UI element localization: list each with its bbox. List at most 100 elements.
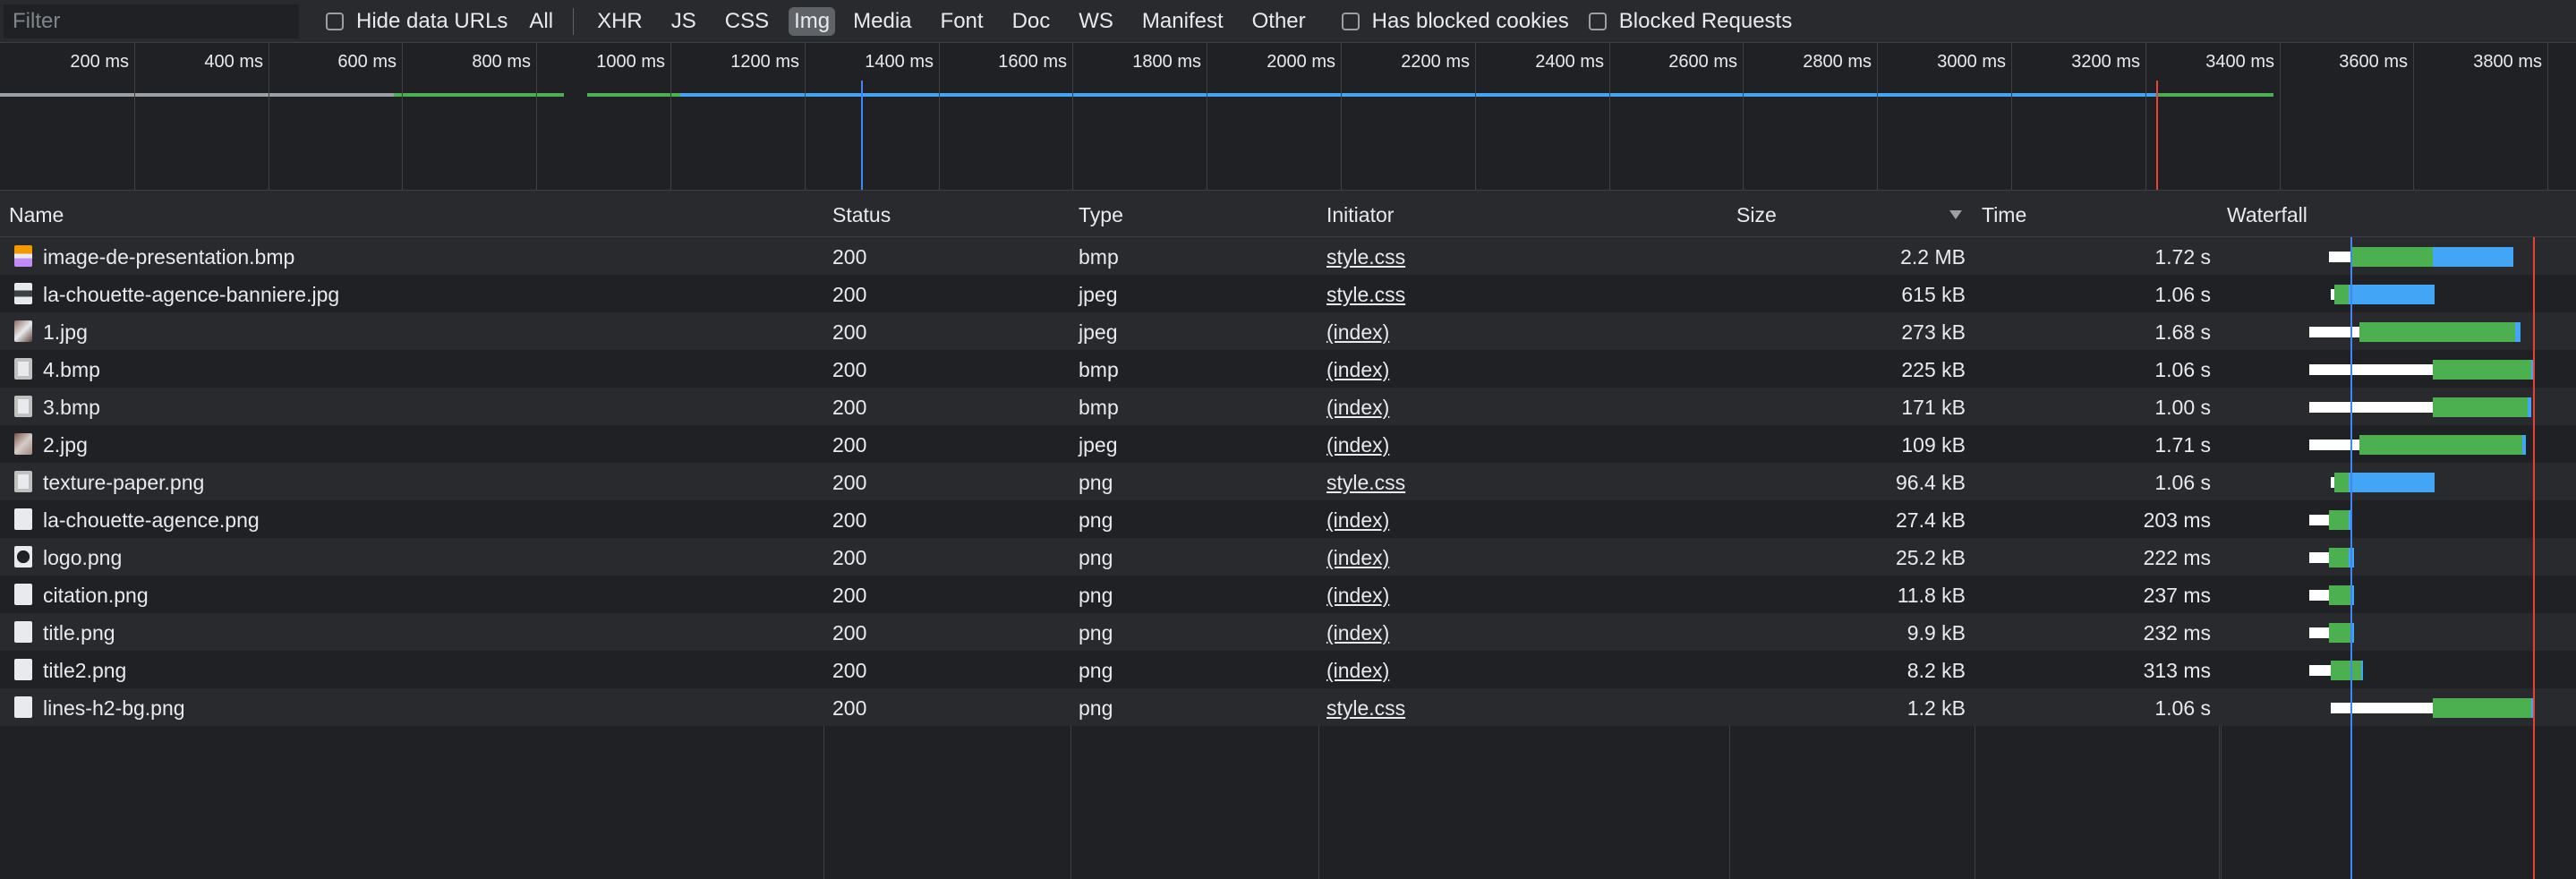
type-filter-img[interactable]: Img [789,6,836,36]
waterfall-download-bar [2522,435,2526,455]
request-initiator-link[interactable]: (index) [1326,358,1389,382]
request-size: 2.2 MB [1900,245,1966,269]
request-name[interactable]: citation.png [43,584,149,608]
waterfall-waiting-bar [2309,627,2329,638]
type-filter-js[interactable]: JS [666,7,702,36]
type-filter-all[interactable]: All [524,7,559,36]
request-time: 222 ms [2143,546,2211,569]
type-filter-other[interactable]: Other [1247,7,1311,36]
table-row[interactable]: lines-h2-bg.png 200 png style.css 1.2 kB 1.06… [0,688,2576,726]
request-size: 225 kB [1901,358,1966,381]
load-event-marker [2156,81,2158,190]
request-initiator-link[interactable]: (index) [1326,546,1389,570]
table-row[interactable]: 4.bmp 200 bmp (index) 225 kB 1.06 s [0,350,2576,388]
request-initiator-link[interactable]: (index) [1326,320,1389,345]
request-name[interactable]: la-chouette-agence.png [43,508,260,533]
request-type: png [1079,546,1113,569]
request-initiator-link[interactable]: (index) [1326,433,1389,457]
overview-gridline [536,43,537,190]
request-initiator-link[interactable]: (index) [1326,659,1389,683]
header-type[interactable]: Type [1079,203,1123,227]
image-file-icon [14,508,32,530]
header-time[interactable]: Time [1982,203,2026,227]
request-initiator-link[interactable]: style.css [1326,471,1405,495]
request-size: 11.8 kB [1897,584,1966,607]
request-name[interactable]: title2.png [43,659,126,683]
request-time: 1.00 s [2154,396,2211,419]
table-header: Name Status Type Initiator Size Time Wat… [0,191,2576,237]
checkbox-icon [326,12,344,30]
table-row[interactable]: la-chouette-agence-banniere.jpg 200 jpeg st… [0,275,2576,312]
request-name[interactable]: image-de-presentation.bmp [43,245,294,269]
request-initiator-link[interactable]: (index) [1326,396,1389,420]
request-initiator-link[interactable]: (index) [1326,584,1389,608]
waterfall-download-bar [2433,247,2513,267]
blocked-requests-label: Blocked Requests [1618,8,1793,33]
request-status: 200 [832,659,867,682]
filter-input[interactable] [4,4,299,38]
type-filter-font[interactable]: Font [935,7,989,36]
table-row[interactable]: texture-paper.png 200 png style.css 96.4 kB 1… [0,463,2576,500]
table-row[interactable]: 1.jpg 200 jpeg (index) 273 kB 1.68 s [0,312,2576,350]
timeline-overview[interactable]: 200 ms 400 ms 600 ms 800 ms 1000 ms 1200 ms 14… [0,43,2576,191]
header-name[interactable]: Name [9,203,64,227]
request-name[interactable]: texture-paper.png [43,471,204,495]
request-name[interactable]: la-chouette-agence-banniere.jpg [43,283,339,307]
request-status: 200 [832,358,867,381]
table-row[interactable]: 2.jpg 200 jpeg (index) 109 kB 1.71 s [0,425,2576,463]
table-row[interactable]: 3.bmp 200 bmp (index) 171 kB 1.00 s [0,388,2576,425]
request-name[interactable]: 3.bmp [43,396,100,420]
overview-tick-label: 400 ms [204,52,263,72]
table-row[interactable]: citation.png 200 png (index) 11.8 kB 237 ms [0,576,2576,613]
waterfall-ttfb-bar [2350,247,2433,267]
overview-tick-label: 2200 ms [1401,52,1470,72]
network-toolbar: Hide data URLs All XHR JS CSS Img Media … [0,0,2576,43]
table-row[interactable]: image-de-presentation.bmp 200 bmp style.css… [0,237,2576,275]
header-status[interactable]: Status [832,203,891,227]
request-name[interactable]: 1.jpg [43,320,88,345]
table-row[interactable]: title.png 200 png (index) 9.9 kB 232 ms [0,613,2576,651]
waterfall-ttfb-bar [2334,473,2349,492]
overview-gridline [1072,43,1073,190]
type-filter-xhr[interactable]: XHR [592,7,648,36]
request-time: 237 ms [2143,584,2211,607]
table-row[interactable]: la-chouette-agence.png 200 png (index) 27.4 … [0,500,2576,538]
type-filter-media[interactable]: Media [848,7,917,36]
request-size: 273 kB [1901,320,1966,344]
request-initiator-link[interactable]: (index) [1326,621,1389,645]
header-size[interactable]: Size [1736,203,1777,227]
table-row[interactable]: title2.png 200 png (index) 8.2 kB 313 ms [0,651,2576,688]
overview-tick-label: 2000 ms [1267,52,1335,72]
type-filter-manifest[interactable]: Manifest [1137,7,1229,36]
header-initiator[interactable]: Initiator [1326,203,1394,227]
overview-tick-label: 1400 ms [865,52,934,72]
waterfall-download-bar [2349,285,2435,304]
overview-gridline [939,43,940,190]
request-name[interactable]: title.png [43,621,115,645]
blocked-requests-checkbox[interactable]: Blocked Requests [1588,8,1793,34]
waterfall-ttfb-bar [2329,585,2350,605]
request-initiator-link[interactable]: (index) [1326,508,1389,533]
request-time: 1.72 s [2154,245,2211,269]
request-time: 232 ms [2143,621,2211,644]
request-initiator-link[interactable]: style.css [1326,283,1405,307]
overview-tick-label: 1200 ms [730,52,799,72]
has-blocked-cookies-checkbox[interactable]: Has blocked cookies [1341,9,1569,34]
request-name[interactable]: 2.jpg [43,433,88,457]
request-size: 96.4 kB [1896,471,1966,494]
hide-data-urls-checkbox[interactable]: Hide data URLs [326,9,508,34]
header-waterfall[interactable]: Waterfall [2227,203,2307,227]
request-type: png [1079,471,1113,494]
type-filter-css[interactable]: CSS [720,7,774,36]
request-name[interactable]: lines-h2-bg.png [43,696,185,721]
request-initiator-link[interactable]: style.css [1326,245,1405,269]
request-time: 313 ms [2143,659,2211,682]
request-name[interactable]: 4.bmp [43,358,100,382]
type-filter-doc[interactable]: Doc [1007,7,1056,36]
request-name[interactable]: logo.png [43,546,122,570]
image-file-icon [14,396,32,417]
image-file-icon [14,320,32,342]
table-row[interactable]: logo.png 200 png (index) 25.2 kB 222 ms [0,538,2576,576]
request-initiator-link[interactable]: style.css [1326,696,1405,721]
type-filter-ws[interactable]: WS [1073,7,1119,36]
